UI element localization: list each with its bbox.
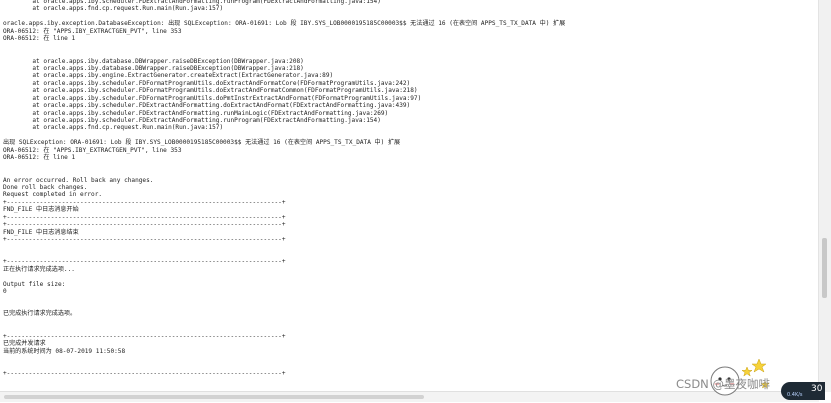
log-line: Done roll back changes. <box>3 183 88 191</box>
network-speed-widget[interactable]: 30 0.4K/s <box>781 382 825 400</box>
log-line: 当前的系统时间为 08-07-2019 11:50:58 <box>3 347 126 355</box>
log-line: ORA-06512: 在 "APPS.IBY_EXTRACTGEN_PVT", … <box>3 146 182 154</box>
log-output: at oracle.apps.iby.scheduler.FDExtractAn… <box>3 0 818 390</box>
log-line: at oracle.apps.iby.scheduler.FDExtractAn… <box>3 117 381 124</box>
log-line: +---------------------------------------… <box>3 221 286 229</box>
log-line: 已完成执行请求完成选项。 <box>3 310 77 318</box>
log-line: 正在执行请求完成选项... <box>3 265 75 273</box>
log-line: at oracle.apps.iby.scheduler.FDFormatPro… <box>3 87 418 95</box>
log-line: FND_FILE 中日志消息开始 <box>3 206 79 214</box>
perf-main-value: 30 <box>811 384 823 394</box>
log-line: Request completed in error. <box>3 191 103 199</box>
log-line: at oracle.apps.fnd.cp.request.Run.main(R… <box>3 5 224 13</box>
log-line: at oracle.apps.iby.scheduler.FDExtractAn… <box>3 109 389 117</box>
log-line: oracle.apps.iby.exception.DatabaseExcept… <box>3 20 566 28</box>
log-line: 0 <box>3 288 7 296</box>
log-line: at oracle.apps.iby.scheduler.FDExtractAn… <box>3 102 411 110</box>
log-line: FND_FILE 中日志消息结束 <box>3 228 79 236</box>
perf-sub-value: 0.4K/s <box>787 392 803 398</box>
log-line: 出现 SQLException: ORA-01691: Lob 段 IBY.SY… <box>3 139 401 147</box>
log-line: +---------------------------------------… <box>3 213 286 221</box>
horizontal-scrollbar[interactable] <box>0 391 819 402</box>
log-line: ORA-06512: 在 line 1 <box>3 35 76 43</box>
log-line: 已完成并发请求 <box>3 340 46 348</box>
log-line: +---------------------------------------… <box>3 332 286 340</box>
log-line: An error occurred. Roll back any changes… <box>3 176 154 184</box>
watermark: CSDN @墨夜咖啡 <box>676 377 770 391</box>
log-line: ORA-06512: 在 line 1 <box>3 154 76 162</box>
vertical-scrollbar-thumb[interactable] <box>822 238 827 298</box>
log-line: at oracle.apps.iby.engine.ExtractGenerat… <box>3 72 334 80</box>
horizontal-scrollbar-thumb[interactable] <box>4 395 424 399</box>
vertical-scrollbar[interactable] <box>818 0 831 392</box>
log-line: at oracle.apps.iby.scheduler.FDFormatPro… <box>3 94 422 102</box>
log-line: at oracle.apps.iby.database.DBWrapper.ra… <box>3 57 304 65</box>
log-line: +---------------------------------------… <box>3 198 286 206</box>
log-line: +---------------------------------------… <box>3 236 286 243</box>
log-line: at oracle.apps.fnd.cp.request.Run.main(R… <box>3 124 224 132</box>
log-line: at oracle.apps.iby.database.DBWrapper.ra… <box>3 64 304 72</box>
log-line: Output file size: <box>3 280 66 288</box>
log-line: ORA-06512: 在 "APPS.IBY_EXTRACTGEN_PVT", … <box>3 27 182 35</box>
log-line: at oracle.apps.iby.scheduler.FDFormatPro… <box>3 79 411 87</box>
log-line: +---------------------------------------… <box>3 258 286 266</box>
